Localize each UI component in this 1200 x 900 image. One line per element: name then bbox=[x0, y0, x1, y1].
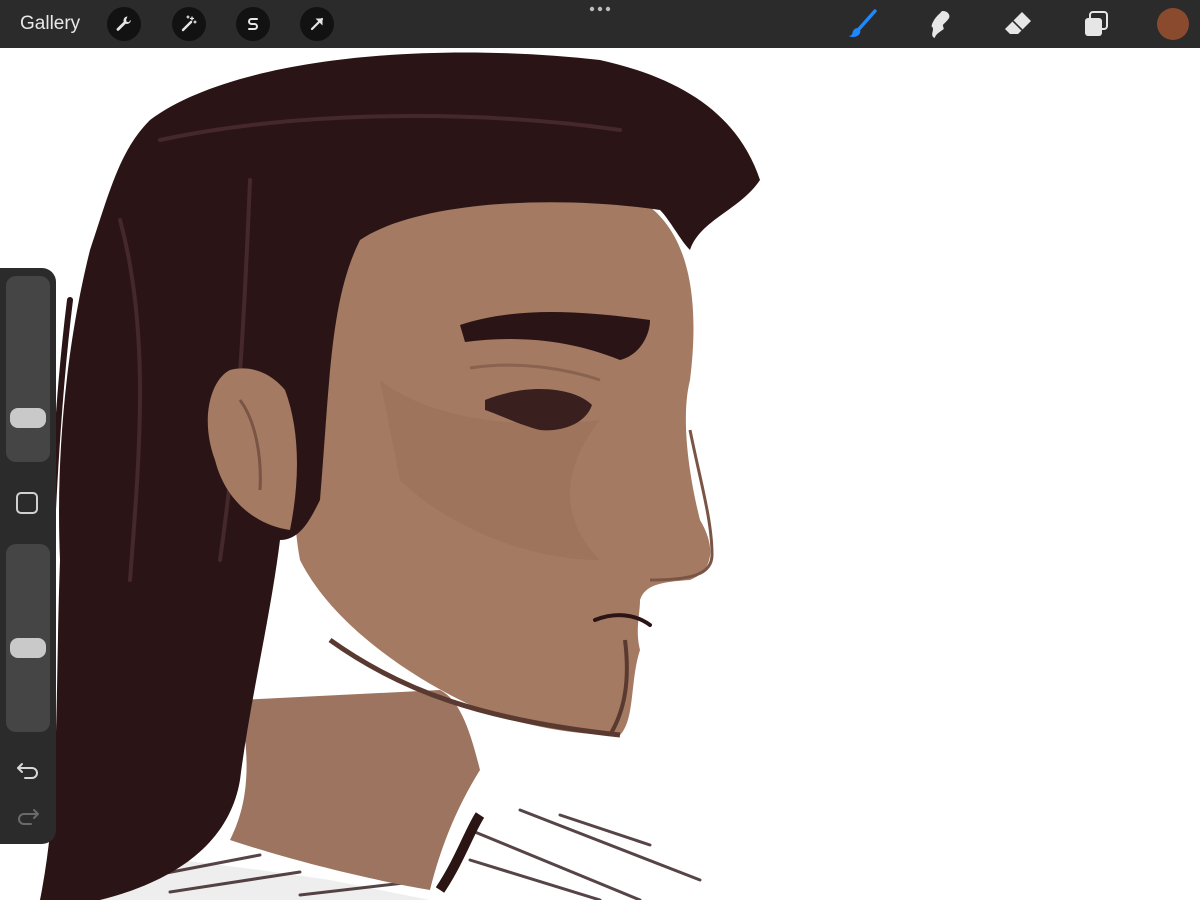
eraser-icon[interactable] bbox=[1000, 6, 1036, 42]
more-options-icon[interactable] bbox=[588, 2, 612, 16]
brush-icon[interactable] bbox=[844, 6, 880, 42]
brush-size-slider[interactable] bbox=[6, 276, 50, 462]
opacity-thumb[interactable] bbox=[10, 638, 46, 658]
undo-icon[interactable] bbox=[14, 758, 42, 782]
brush-size-thumb[interactable] bbox=[10, 408, 46, 428]
top-toolbar: Gallery bbox=[0, 0, 1200, 48]
drawing-canvas[interactable] bbox=[0, 48, 1200, 900]
wrench-icon[interactable] bbox=[107, 7, 141, 41]
color-swatch[interactable] bbox=[1157, 8, 1189, 40]
arrow-cursor-icon[interactable] bbox=[300, 7, 334, 41]
smudge-icon[interactable] bbox=[922, 6, 958, 42]
layers-icon[interactable] bbox=[1078, 6, 1114, 42]
gallery-button[interactable]: Gallery bbox=[20, 12, 80, 36]
redo-icon[interactable] bbox=[14, 804, 42, 828]
brush-sidebar bbox=[0, 268, 56, 844]
magic-wand-icon[interactable] bbox=[172, 7, 206, 41]
selection-s-icon[interactable] bbox=[236, 7, 270, 41]
opacity-slider[interactable] bbox=[6, 544, 50, 732]
modify-button[interactable] bbox=[16, 492, 38, 514]
